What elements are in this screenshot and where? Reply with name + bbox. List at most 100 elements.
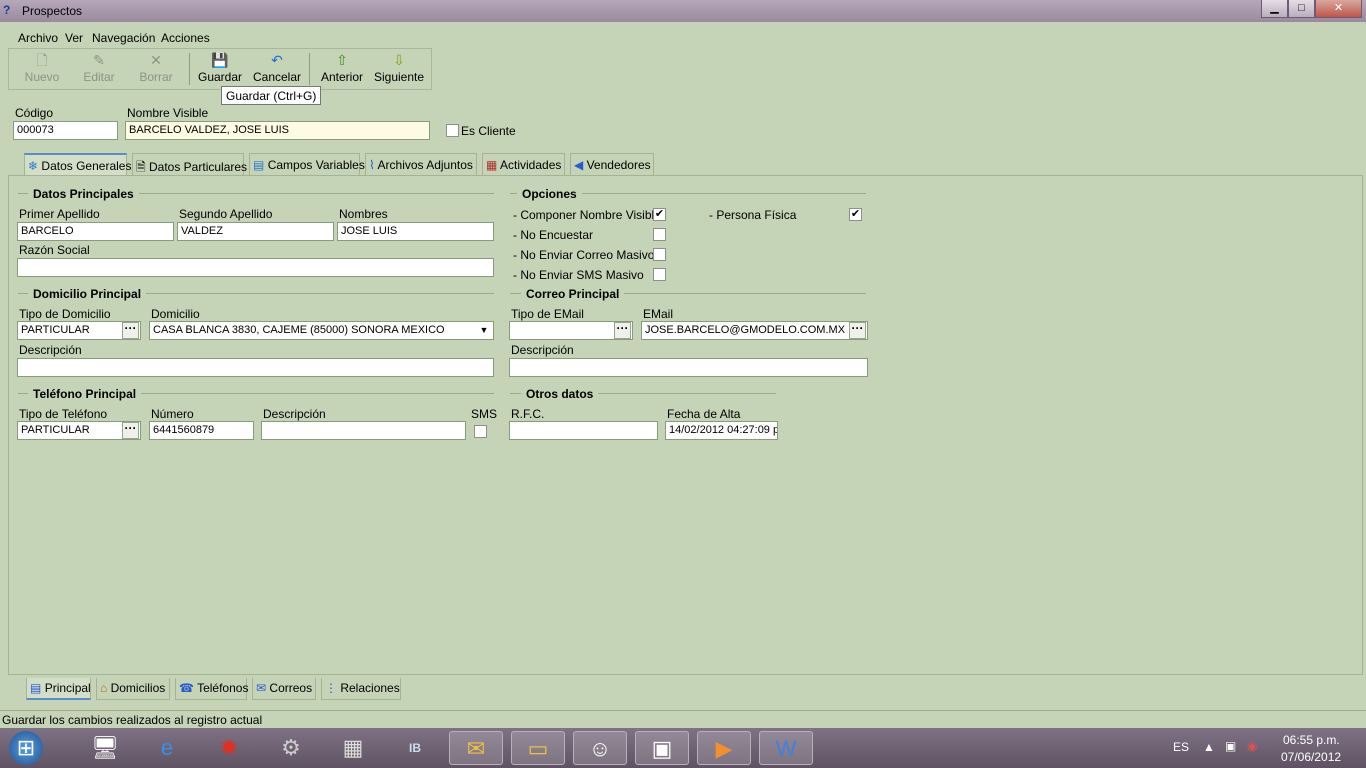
razon-social-label: Razón Social xyxy=(19,243,90,257)
list-icon: ▤ xyxy=(253,158,265,172)
clock-date[interactable]: 07/06/2012 xyxy=(1281,750,1341,764)
snowflake-icon: ❄ xyxy=(28,159,39,173)
cancelar-button[interactable]: ↶ Cancelar xyxy=(250,50,304,88)
no-encuestar-checkbox[interactable] xyxy=(653,228,666,241)
tab-actividades[interactable]: ▦ Actividades xyxy=(482,153,565,175)
no-sms-label: - No Enviar SMS Masivo xyxy=(513,268,644,282)
sms-label: SMS xyxy=(471,407,498,421)
settings-gear-icon[interactable]: ⚙ xyxy=(264,731,318,765)
delete-icon: ✕ xyxy=(150,52,162,68)
title-bar: ? Prospectos ▁ □ ✕ xyxy=(0,0,1366,22)
menu-navegacion[interactable]: Navegación xyxy=(92,31,155,45)
tab-datos-particulares[interactable]: 🗎 Datos Particulares xyxy=(132,153,247,175)
tab-relaciones[interactable]: ⋮ Relaciones xyxy=(321,678,401,700)
componer-label: - Componer Nombre Visible xyxy=(513,208,661,222)
tab-vendedores[interactable]: ◀ Vendedores xyxy=(570,153,654,175)
fecha-alta-label: Fecha de Alta xyxy=(667,407,741,421)
domicilio-descripcion-label: Descripción xyxy=(19,343,82,357)
internet-explorer-icon[interactable]: e xyxy=(140,731,194,765)
tipo-email-lookup-button[interactable]: ··· xyxy=(614,322,631,339)
menu-ver[interactable]: Ver xyxy=(65,31,83,45)
calculator-icon[interactable]: ▦ xyxy=(326,731,380,765)
tab-campos-variables[interactable]: ▤ Campos Variables xyxy=(249,153,365,175)
domicilio-descripcion-input[interactable] xyxy=(17,358,494,377)
menu-acciones[interactable]: Acciones xyxy=(161,31,210,45)
correo-descripcion-input[interactable] xyxy=(509,358,868,377)
megaphone-icon: ◀ xyxy=(574,158,584,172)
language-indicator[interactable]: ES xyxy=(1173,740,1189,754)
menu-archivo[interactable]: Archivo xyxy=(18,31,58,45)
app-icon-red[interactable]: ✹ xyxy=(202,731,256,765)
messenger-icon[interactable]: ☺ xyxy=(573,731,627,765)
es-cliente-checkbox[interactable] xyxy=(446,124,459,137)
tray-chevron-icon[interactable]: ▲ xyxy=(1203,740,1215,754)
primer-apellido-label: Primer Apellido xyxy=(19,207,100,221)
persona-fisica-checkbox[interactable]: ✔ xyxy=(849,208,862,221)
tab-domicilios[interactable]: ⌂ Domicilios xyxy=(96,678,170,700)
email-lookup-button[interactable]: ··· xyxy=(849,322,866,339)
minimize-button[interactable]: ▁ xyxy=(1261,0,1288,18)
domicilio-title: Domicilio Principal xyxy=(28,287,147,301)
telefono-descripcion-input[interactable] xyxy=(261,421,466,440)
tooltip: Guardar (Ctrl+G) xyxy=(221,86,322,105)
house-icon: ⌂ xyxy=(100,681,108,695)
siguiente-button[interactable]: ⇩ Siguiente xyxy=(372,50,426,88)
edit-icon: ✎ xyxy=(93,52,105,68)
ib-icon[interactable]: IB xyxy=(388,731,442,765)
outlook-icon[interactable]: ✉ xyxy=(449,731,503,765)
segundo-apellido-input[interactable]: VALDEZ xyxy=(177,222,334,241)
no-sms-checkbox[interactable] xyxy=(653,268,666,281)
folder-icon[interactable]: ▭ xyxy=(511,731,565,765)
nombre-visible-input[interactable]: BARCELO VALDEZ, JOSE LUIS xyxy=(125,121,430,140)
start-button[interactable]: ⊞ xyxy=(9,731,43,765)
computer-icon[interactable]: 🖥 xyxy=(78,731,132,765)
document-icon: 🗎 xyxy=(136,160,146,174)
codigo-input[interactable]: 000073 xyxy=(13,121,118,140)
nombre-visible-label: Nombre Visible xyxy=(127,106,209,120)
envelope-icon: ✉ xyxy=(256,681,267,695)
rfc-input[interactable] xyxy=(509,421,658,440)
word-icon[interactable]: W xyxy=(759,731,813,765)
domicilio-select[interactable]: CASA BLANCA 3830, CAJEME (85000) SONORA … xyxy=(149,321,494,340)
contacts-icon[interactable]: ▣ xyxy=(635,731,689,765)
close-button[interactable]: ✕ xyxy=(1315,0,1362,18)
tab-telefonos[interactable]: ☎ Teléfonos xyxy=(175,678,248,700)
media-player-icon[interactable]: ▶ xyxy=(697,731,751,765)
tipo-domicilio-lookup-button[interactable]: ··· xyxy=(122,322,139,339)
undo-icon: ↶ xyxy=(271,52,283,68)
anterior-button[interactable]: ⇧ Anterior xyxy=(315,50,369,88)
taskbar: ⊞ 🖥 e ✹ ⚙ ▦ IB ✉ ▭ ☺ ▣ ▶ W ES ▲ ▣ ◉ 06:5… xyxy=(0,728,1366,768)
tab-archivos-adjuntos[interactable]: ⌇ Archivos Adjuntos xyxy=(365,153,477,175)
chevron-down-icon[interactable]: ▼ xyxy=(476,322,492,339)
tab-correos[interactable]: ✉ Correos xyxy=(252,678,316,700)
editar-button[interactable]: ✎ Editar xyxy=(72,50,126,88)
correo-descripcion-label: Descripción xyxy=(511,343,574,357)
nombres-label: Nombres xyxy=(339,207,388,221)
calendar-icon: ▦ xyxy=(486,158,498,172)
clock-time[interactable]: 06:55 p.m. xyxy=(1283,733,1340,747)
fecha-alta-input[interactable]: 14/02/2012 04:27:09 p xyxy=(665,421,778,440)
sms-checkbox[interactable] xyxy=(474,425,487,438)
primer-apellido-input[interactable]: BARCELO xyxy=(17,222,174,241)
no-correo-checkbox[interactable] xyxy=(653,248,666,261)
network-icon[interactable]: ▣ xyxy=(1225,739,1236,753)
tab-datos-generales[interactable]: ❄ Datos Generales xyxy=(24,153,131,175)
numero-input[interactable]: 6441560879 xyxy=(149,421,254,440)
tipo-telefono-lookup-button[interactable]: ··· xyxy=(122,422,139,439)
nuevo-button[interactable]: 🗋 Nuevo xyxy=(15,50,69,88)
toolbar-separator xyxy=(189,53,190,85)
window-title: Prospectos xyxy=(22,4,83,18)
guardar-button[interactable]: 💾 Guardar xyxy=(193,50,247,88)
maximize-button[interactable]: □ xyxy=(1288,0,1315,18)
razon-social-input[interactable] xyxy=(17,258,494,277)
save-icon: 💾 xyxy=(211,52,229,68)
persona-fisica-label: - Persona Física xyxy=(709,208,797,222)
wireless-icon[interactable]: ◉ xyxy=(1247,739,1257,753)
app-icon: ? xyxy=(3,3,11,17)
componer-checkbox[interactable]: ✔ xyxy=(653,208,666,221)
nombres-input[interactable]: JOSE LUIS xyxy=(337,222,494,241)
email-input[interactable]: JOSE.BARCELO@GMODELO.COM.MX xyxy=(641,321,868,340)
tab-principal[interactable]: ▤ Principal xyxy=(26,678,91,700)
new-document-icon: 🗋 xyxy=(36,52,48,68)
borrar-button[interactable]: ✕ Borrar xyxy=(129,50,183,88)
